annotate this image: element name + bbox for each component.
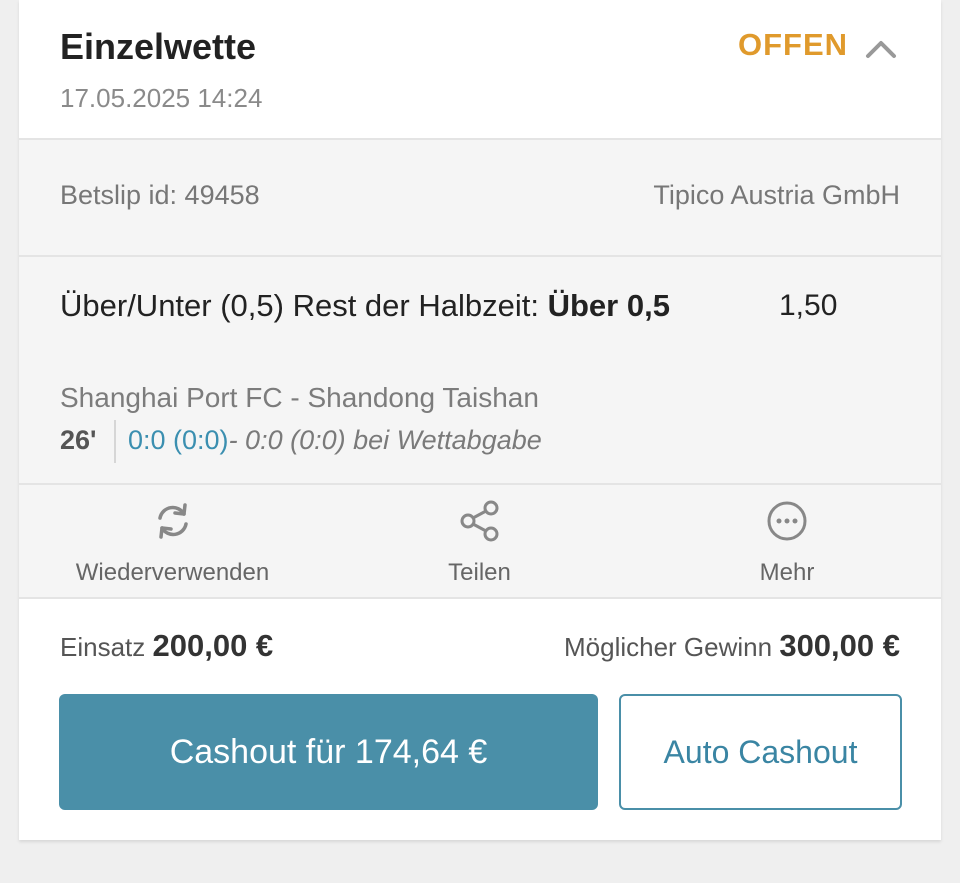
match-minute: 26' — [60, 425, 97, 455]
operator-name: Tipico Austria GmbH — [653, 180, 900, 210]
bet-card: Einzelwette 17.05.2025 14:24 OFFEN Betsl… — [19, 0, 941, 840]
auto-cashout-button[interactable]: Auto Cashout — [619, 694, 902, 810]
share-icon — [458, 499, 502, 543]
betslip-id: Betslip id: 49458 — [60, 180, 260, 210]
potential-win-value: 300,00 € — [779, 628, 900, 663]
more-icon — [765, 499, 809, 543]
refresh-icon — [151, 499, 195, 543]
market-description: Über/Unter (0,5) Rest der Halbzeit: Über… — [60, 280, 700, 332]
cashout-button[interactable]: Cashout für 174,64 € — [59, 694, 598, 810]
bet-header[interactable]: Einzelwette 17.05.2025 14:24 OFFEN — [19, 0, 941, 140]
more-button[interactable]: Mehr — [633, 485, 941, 597]
bet-type-title: Einzelwette — [60, 26, 257, 67]
share-button[interactable]: Teilen — [326, 485, 633, 597]
stake-value: 200,00 € — [152, 628, 274, 663]
page: Einzelwette 17.05.2025 14:24 OFFEN Betsl… — [0, 0, 960, 883]
reuse-label: Wiederverwenden — [75, 559, 270, 586]
status-badge: OFFEN — [738, 27, 849, 62]
bet-datetime: 17.05.2025 14:24 — [60, 83, 263, 113]
stake: Einsatz 200,00 € — [60, 628, 273, 664]
potential-win: Möglicher Gewinn 300,00 € — [564, 628, 900, 664]
chevron-up-icon[interactable] — [864, 36, 898, 60]
reuse-button[interactable]: Wiederverwenden — [19, 485, 326, 597]
live-score: 0:0 (0:0) — [128, 425, 229, 455]
more-label: Mehr — [759, 559, 815, 586]
market-name: Über/Unter (0,5) Rest der Halbzeit: — [60, 288, 539, 323]
bet-selection: Über/Unter (0,5) Rest der Halbzeit: Über… — [19, 257, 941, 485]
stake-label: Einsatz — [60, 632, 146, 662]
potential-win-label: Möglicher Gewinn — [564, 632, 773, 662]
divider — [114, 420, 116, 463]
betslip-meta: Betslip id: 49458 Tipico Austria GmbH — [19, 140, 941, 257]
placed-score: - 0:0 (0:0) bei Wettabgabe — [228, 425, 542, 455]
selection-odds: 1,50 — [779, 289, 838, 322]
bet-actions: Wiederverwenden Teilen Mehr — [19, 485, 941, 599]
score-line: 0:0 (0:0)- 0:0 (0:0) bei Wettabgabe — [128, 425, 542, 456]
selection-pick: Über 0,5 — [547, 288, 670, 323]
event-name: Shanghai Port FC - Shandong Taishan — [60, 382, 539, 413]
share-label: Teilen — [448, 559, 511, 586]
